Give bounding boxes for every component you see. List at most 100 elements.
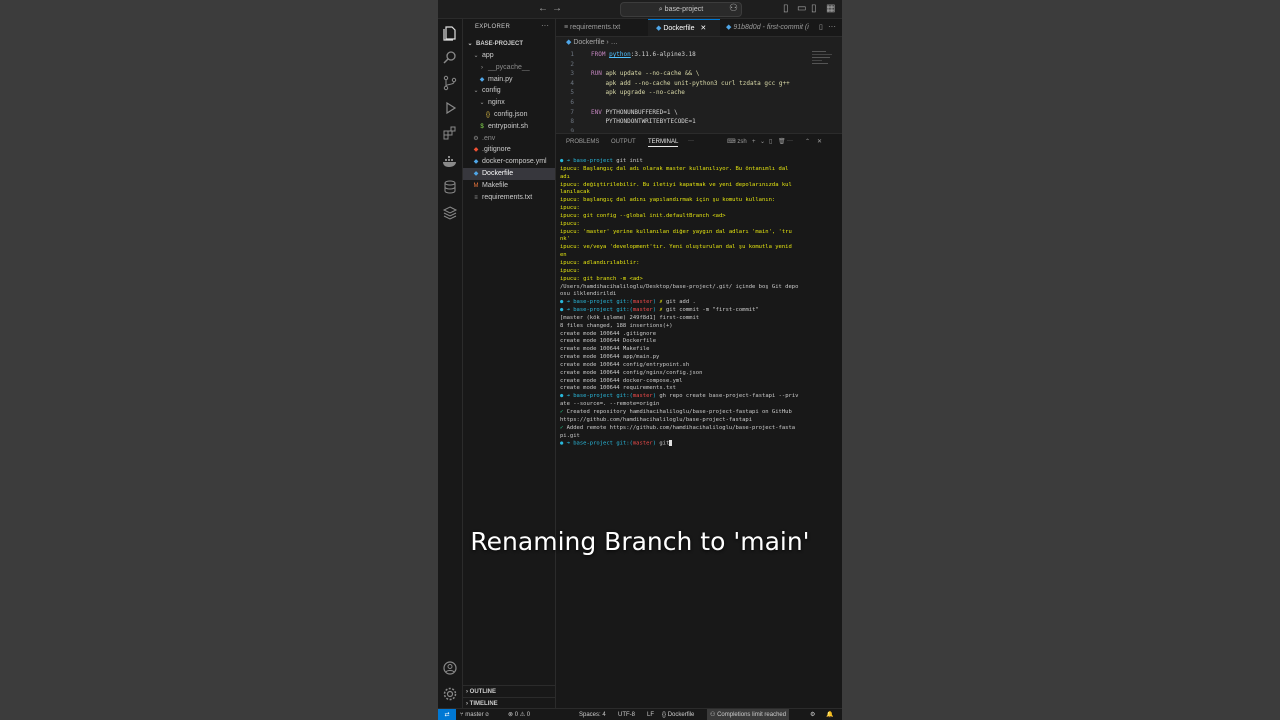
breadcrumb-file[interactable]: Dockerfile [573, 39, 604, 46]
list-item[interactable]: ◆ docker-compose.yml [463, 156, 555, 168]
terminal-line: create mode 100644 requirements.txt [560, 385, 676, 392]
branch-indicator[interactable]: ⑂ master ⊘ [460, 709, 489, 720]
split-terminal-icon[interactable]: ▯ [769, 138, 772, 146]
terminal-line: ● ➜ base-project git:(master) git [560, 440, 836, 448]
maximize-panel-icon[interactable]: ⌃ [805, 138, 810, 146]
terminal-line: ● ➜ base-project git:(master) ✗ git comm… [560, 307, 759, 314]
close-icon[interactable]: ✕ [700, 25, 706, 32]
list-item[interactable]: ◆ .gitignore [463, 144, 555, 156]
notifications-icon[interactable]: 🔔 [826, 709, 833, 720]
toggle-panel-icon[interactable]: ▭ [797, 2, 806, 16]
tab-label: 91b8d0d - first-commit (i [733, 24, 809, 31]
layout-icon[interactable]: ▦ [826, 2, 835, 16]
list-item[interactable]: ◆ Dockerfile [463, 168, 555, 180]
database-icon[interactable] [442, 179, 458, 195]
end-of-line[interactable]: LF [647, 709, 654, 720]
tab-commit-diff[interactable]: ◆ 91b8d0d - first-commit (i [720, 19, 816, 36]
more-actions-icon[interactable]: ··· [541, 21, 549, 30]
tab-requirements[interactable]: ≡ requirements.txt [556, 19, 656, 36]
list-item[interactable]: M Makefile [463, 180, 555, 192]
terminal-line: https://github.com/hamdihacihaliloglu/ba… [560, 416, 753, 423]
language-mode[interactable]: {} Dockerfile [662, 709, 694, 720]
list-item[interactable]: ⚙ .env [463, 133, 555, 145]
feedback-icon[interactable]: ⚙ [810, 709, 815, 720]
title-bar: ← → ⌕ base-project ⚇ ▯ ▭ ▯ ▦ [438, 0, 842, 19]
shell-icon: $ [480, 123, 484, 130]
tab-terminal[interactable]: TERMINAL [648, 138, 679, 147]
source-control-icon[interactable] [442, 75, 458, 91]
language-label: Dockerfile [667, 712, 695, 718]
terminal-line: ipucu: git branch -m <ad> [560, 275, 643, 282]
error-icon: ⊗ [508, 712, 514, 718]
list-item[interactable]: ⌄ config [463, 85, 555, 97]
trash-icon[interactable]: 🗑 [778, 138, 786, 146]
project-root[interactable]: ⌄ BASE-PROJECT [463, 38, 558, 50]
line-number: 6 [570, 99, 574, 106]
split-editor-icon[interactable]: ▯ [819, 23, 823, 31]
encoding[interactable]: UTF-8 [618, 709, 635, 720]
extensions-icon[interactable] [442, 125, 458, 141]
terminal-line: lanılacak [560, 189, 590, 196]
copilot-status[interactable]: ⚇ Completions limit reached [707, 709, 790, 720]
list-item[interactable]: $ entrypoint.sh [463, 121, 555, 133]
code-editor[interactable]: 1 FROM python:3.11.6-alpine3.18 2 3 RUN apk … [556, 49, 842, 132]
toggle-sidebar-icon[interactable]: ▯ [783, 2, 789, 16]
docker-icon: ◆ [473, 159, 479, 166]
terminal-line: ipucu: değiştirilebilir. Bu iletiyi kapa… [560, 181, 792, 188]
indentation[interactable]: Spaces: 4 [579, 709, 606, 720]
terminal-line: ipucu: adlandırılabilir: [560, 259, 640, 266]
list-item[interactable]: ⌄ app [463, 50, 555, 62]
search-icon[interactable] [442, 50, 458, 66]
completions-label: Completions limit reached [717, 712, 787, 718]
more-actions-icon[interactable]: ··· [787, 137, 793, 145]
remote-icon[interactable]: ⇄ [438, 709, 456, 720]
list-item[interactable]: {} config.json [463, 109, 555, 121]
settings-gear-icon[interactable] [442, 686, 458, 702]
tab-dockerfile[interactable]: ◆ Dockerfile ✕ [648, 19, 720, 36]
more-actions-icon[interactable]: ··· [688, 137, 694, 145]
copilot-icon[interactable]: ⚇ [729, 2, 738, 16]
json-icon: {} [485, 112, 490, 118]
close-panel-icon[interactable]: ✕ [817, 138, 822, 146]
terminal-line: ● ➜ base-project git:(master) ✗ git add … [560, 299, 696, 306]
terminal-line: create mode 100644 config/entrypoint.sh [560, 361, 690, 368]
list-item[interactable]: ⌄ nginx [463, 97, 555, 109]
terminal-line: /Users/hamdihacihaliloglu/Desktop/base-p… [560, 283, 799, 290]
right-background [842, 0, 1280, 720]
breadcrumb-more[interactable]: … [611, 39, 618, 46]
terminal-line: ✓ Added remote https://github.com/hamdih… [560, 424, 796, 431]
braces-icon: {} [662, 712, 667, 718]
list-item[interactable]: ◆ main.py [463, 74, 555, 86]
layers-icon[interactable] [442, 205, 458, 221]
chevron-down-icon[interactable]: ⌄ [760, 138, 765, 146]
tab-label: requirements.txt [570, 24, 621, 31]
list-item-label: Makefile [482, 181, 509, 189]
list-item-label: docker-compose.yml [482, 158, 547, 166]
explorer-sidebar: EXPLORER ··· ⌄ BASE-PROJECT ⌄ app › __pycach… [463, 19, 556, 708]
new-terminal-icon[interactable]: + [752, 138, 756, 146]
terminal-line: en [560, 252, 567, 259]
problems-indicator[interactable]: ⊗ 0 ⚠ 0 [508, 709, 530, 720]
run-debug-icon[interactable] [442, 100, 458, 116]
docker-icon[interactable] [442, 153, 458, 169]
list-item[interactable]: ≡ requirements.txt [463, 192, 555, 204]
tab-output[interactable]: OUTPUT [611, 138, 636, 146]
minimap[interactable] [812, 49, 834, 71]
account-icon[interactable] [442, 660, 458, 676]
back-arrow-icon[interactable]: ← [538, 2, 548, 16]
more-actions-icon[interactable]: ··· [828, 22, 836, 31]
vscode-window: ← → ⌕ base-project ⚇ ▯ ▭ ▯ ▦ EXPLORER ··… [438, 0, 842, 720]
command-center[interactable]: ⌕ base-project [620, 2, 742, 17]
terminal-line: ● ➜ base-project git init [560, 158, 643, 164]
list-item[interactable]: › __pycache__ [463, 62, 555, 74]
terminal-output[interactable]: ● ➜ base-project git init ipucu: Başlangı… [560, 158, 836, 448]
list-item-label: .gitignore [482, 146, 511, 154]
explorer-icon[interactable] [442, 25, 458, 41]
tab-problems[interactable]: PROBLEMS [566, 138, 599, 146]
forward-arrow-icon[interactable]: → [552, 2, 562, 16]
code-line: ENV PYTHONUNBUFFERED=1 \ [591, 108, 678, 116]
code-line: RUN apk update --no-cache && \ [591, 70, 700, 78]
breadcrumb: ◆ Dockerfile › … [556, 37, 842, 49]
toggle-secondary-sidebar-icon[interactable]: ▯ [811, 2, 817, 16]
terminal-shell-selector[interactable]: ⌨ zsh [727, 138, 747, 146]
